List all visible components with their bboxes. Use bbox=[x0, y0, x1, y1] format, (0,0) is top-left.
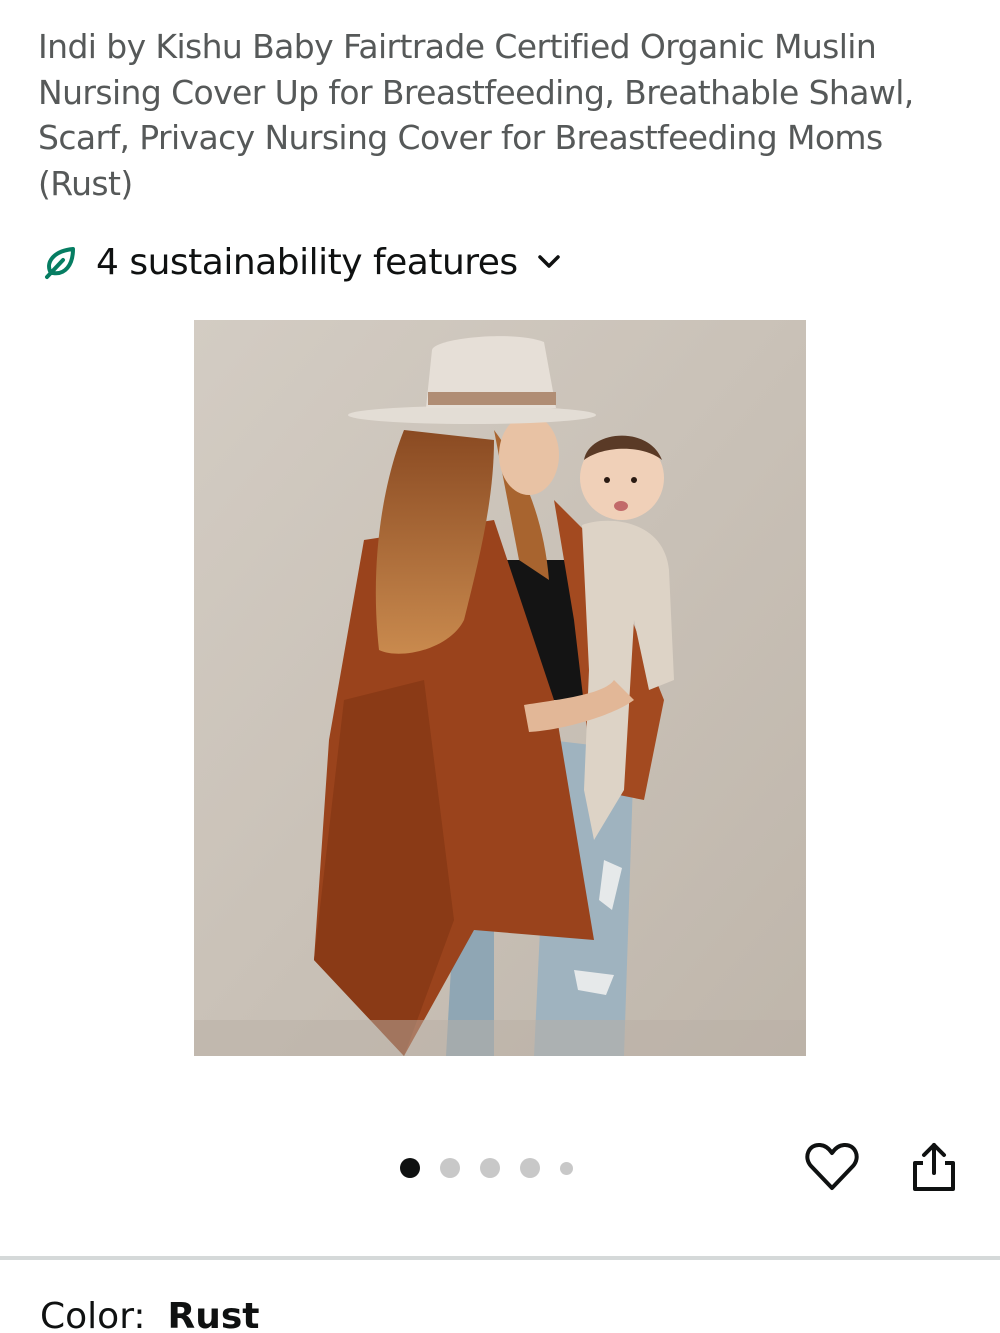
carousel-dot-4[interactable] bbox=[520, 1158, 540, 1178]
color-value: Rust bbox=[167, 1296, 260, 1333]
carousel-dot-5[interactable] bbox=[560, 1161, 573, 1175]
add-to-wishlist-button[interactable] bbox=[803, 1140, 861, 1198]
product-detail-page: Indi by Kishu Baby Fairtrade Certified O… bbox=[0, 0, 1000, 1333]
chevron-down-icon bbox=[534, 247, 564, 277]
color-selector-label: Color: Rust bbox=[40, 1296, 260, 1333]
leaf-icon bbox=[40, 242, 80, 282]
product-image[interactable] bbox=[194, 320, 806, 1056]
carousel-dot-2[interactable] bbox=[440, 1158, 460, 1178]
section-divider bbox=[0, 1256, 1000, 1260]
carousel-indicator bbox=[400, 1152, 593, 1184]
heart-icon bbox=[805, 1142, 859, 1197]
carousel-dot-3[interactable] bbox=[480, 1158, 500, 1178]
sustainability-features-toggle[interactable]: 4 sustainability features bbox=[40, 236, 564, 288]
share-button[interactable] bbox=[905, 1140, 963, 1198]
sustainability-label: 4 sustainability features bbox=[96, 241, 518, 283]
carousel-dot-1[interactable] bbox=[400, 1158, 420, 1178]
share-icon bbox=[911, 1141, 957, 1198]
color-label: Color: bbox=[40, 1296, 146, 1333]
product-title: Indi by Kishu Baby Fairtrade Certified O… bbox=[38, 27, 914, 203]
